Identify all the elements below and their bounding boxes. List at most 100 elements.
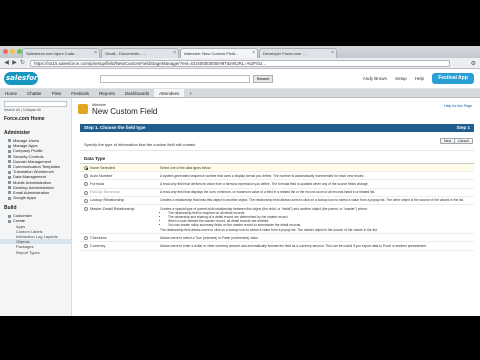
field-type-label: Currency bbox=[90, 243, 106, 248]
salesforce-header: salesforce Search Andy Brown Setup Help … bbox=[0, 69, 480, 89]
field-type-radio[interactable] bbox=[84, 244, 88, 249]
field-type-list: None Selected Select one of the data type… bbox=[80, 164, 474, 251]
expand-icon[interactable] bbox=[8, 175, 11, 179]
global-search-input[interactable] bbox=[100, 75, 250, 83]
tab-all-tabs[interactable]: + bbox=[184, 89, 197, 97]
close-tab-icon[interactable]: × bbox=[252, 49, 255, 58]
field-type-radio[interactable] bbox=[84, 207, 88, 212]
tab-home[interactable]: Home bbox=[0, 89, 22, 97]
address-bar: ◀ ▶ ↻ https://na15.salesforce.com/p/setu… bbox=[0, 58, 480, 69]
field-type-radio[interactable] bbox=[84, 166, 88, 170]
divider bbox=[80, 150, 474, 151]
expand-icon[interactable] bbox=[8, 144, 11, 148]
next-button[interactable]: Next bbox=[440, 138, 456, 144]
browser-tab[interactable]: Developer Force.com ... × bbox=[259, 48, 337, 58]
close-window-icon[interactable] bbox=[3, 49, 8, 54]
field-type-description: A read-only field that derives its value… bbox=[160, 181, 369, 186]
field-type-radio[interactable] bbox=[84, 174, 88, 179]
wizard-step-bar: Step 1. Choose the field type Step 1 bbox=[80, 124, 474, 132]
search-button[interactable]: Search bbox=[253, 75, 273, 83]
quick-find-input[interactable] bbox=[4, 101, 67, 107]
expand-icon[interactable] bbox=[8, 165, 11, 169]
tab-attendees[interactable]: Attendees bbox=[154, 89, 185, 97]
instructions: Specify the type of information that the… bbox=[84, 142, 197, 147]
minimize-window-icon[interactable] bbox=[10, 49, 15, 54]
expand-icon[interactable] bbox=[8, 149, 11, 153]
setup-link[interactable]: Setup bbox=[395, 76, 407, 81]
main-content: Attendee New Custom Field Help for this … bbox=[72, 98, 480, 316]
expand-icon[interactable] bbox=[8, 186, 11, 190]
field-type-description: Select one of the data types below. bbox=[160, 165, 212, 170]
field-type-label: Roll-Up Summary bbox=[90, 190, 120, 195]
forward-icon[interactable]: ▶ bbox=[11, 60, 18, 67]
force-home-link[interactable]: Force.com Home bbox=[0, 112, 71, 125]
sidebar-subitem[interactable]: Report Types bbox=[0, 250, 71, 255]
browser-tab[interactable]: Salesforce.com Apex Code... × bbox=[22, 48, 100, 58]
tab-chatter[interactable]: Chatter bbox=[22, 89, 47, 97]
expand-icon[interactable] bbox=[8, 180, 11, 184]
field-type-radio[interactable] bbox=[84, 190, 88, 195]
field-type-description: A system-generated sequence number that … bbox=[160, 173, 365, 178]
back-icon[interactable]: ◀ bbox=[3, 60, 10, 67]
custom-object-icon bbox=[78, 104, 88, 114]
user-menu[interactable]: Andy Brown bbox=[363, 76, 387, 81]
field-type-description: Creates a special type of parent-child r… bbox=[160, 205, 474, 233]
wrench-icon[interactable]: ⚙ bbox=[471, 60, 476, 67]
video-frame: { "browser": { "tabs": [ {"label": "Sale… bbox=[0, 0, 480, 360]
field-type-radio[interactable] bbox=[84, 182, 88, 187]
administer-heading: Administer bbox=[4, 130, 31, 136]
field-type-description: Allows users to select a True (checked) … bbox=[160, 235, 259, 240]
salesforce-logo[interactable]: salesforce bbox=[4, 71, 46, 87]
tab-festivals[interactable]: Festivals bbox=[66, 89, 94, 97]
expand-icon[interactable] bbox=[8, 170, 11, 174]
window-controls bbox=[3, 49, 22, 54]
field-type-radio[interactable] bbox=[84, 198, 88, 203]
tab-files[interactable]: Files bbox=[47, 89, 67, 97]
help-link[interactable]: Help bbox=[415, 76, 424, 81]
field-type-description: A read-only field that displays the sum,… bbox=[160, 190, 376, 195]
help-link[interactable]: Help for this Page bbox=[444, 104, 472, 108]
close-tab-icon[interactable]: × bbox=[331, 49, 334, 58]
field-type-label: Checkbox bbox=[90, 235, 107, 240]
expand-icon[interactable] bbox=[8, 139, 11, 143]
url-field[interactable]: https://na15.salesforce.com/p/setup/fiel… bbox=[30, 60, 450, 67]
field-type-row[interactable]: Auto Number A system-generated sequence n… bbox=[80, 172, 474, 181]
cancel-button[interactable]: Cancel bbox=[454, 138, 473, 144]
expand-icon[interactable] bbox=[8, 160, 11, 164]
field-type-label: Lookup Relationship bbox=[90, 198, 125, 203]
close-tab-icon[interactable]: × bbox=[173, 49, 176, 58]
field-type-row[interactable]: Formula A read-only field that derives it… bbox=[80, 180, 474, 189]
browser-tabbar: Salesforce.com Apex Code... × Gmail - Doc… bbox=[0, 46, 480, 58]
reload-icon[interactable]: ↻ bbox=[19, 60, 26, 67]
field-type-row[interactable]: Currency Allows users to enter a dollar o… bbox=[80, 242, 474, 251]
field-type-label: Formula bbox=[90, 181, 104, 186]
build-heading: Build bbox=[4, 205, 17, 212]
page-title: New Custom Field bbox=[92, 107, 158, 116]
browser-window: { "browser": { "tabs": [ {"label": "Sale… bbox=[0, 46, 480, 316]
tab-reports[interactable]: Reports bbox=[94, 89, 120, 97]
field-type-row[interactable]: Checkbox Allows users to select a True (c… bbox=[80, 234, 474, 243]
expand-icon[interactable] bbox=[8, 191, 11, 195]
expand-icon[interactable] bbox=[8, 214, 11, 218]
field-type-row[interactable]: None Selected Select one of the data type… bbox=[80, 164, 474, 173]
tab-dashboards[interactable]: Dashboards bbox=[120, 89, 154, 97]
data-type-heading: Data Type bbox=[84, 156, 106, 161]
field-type-description: Allows users to enter a dollar or other … bbox=[160, 243, 427, 248]
field-type-row[interactable]: Lookup Relationship Creates a relationshi… bbox=[80, 197, 474, 206]
app-tabs: Home Chatter Files Festivals Reports Das… bbox=[0, 89, 480, 98]
field-type-row[interactable]: Roll-Up Summary A read-only field that di… bbox=[80, 189, 474, 197]
expand-icon[interactable] bbox=[8, 196, 11, 200]
app-menu-button[interactable]: Festival App bbox=[432, 73, 474, 84]
close-tab-icon[interactable]: × bbox=[94, 49, 97, 58]
field-type-label: None Selected bbox=[90, 165, 115, 170]
browser-tab[interactable]: Gmail - Documents - ... × bbox=[101, 48, 179, 58]
field-type-radio[interactable] bbox=[84, 236, 88, 241]
field-type-description: Creates a relationship that links this o… bbox=[160, 198, 465, 203]
setup-sidebar: Search All | Collapse All Force.com Home… bbox=[0, 98, 72, 316]
field-type-row[interactable]: Master-Detail Relationship Creates a spec… bbox=[80, 205, 474, 235]
expand-icon[interactable] bbox=[8, 155, 11, 158]
browser-tab-active[interactable]: Attendee: New Custom Field... × bbox=[180, 48, 258, 58]
expand-icon[interactable] bbox=[8, 219, 11, 223]
field-type-label: Auto Number bbox=[90, 173, 113, 178]
field-type-label: Master-Detail Relationship bbox=[90, 206, 135, 211]
